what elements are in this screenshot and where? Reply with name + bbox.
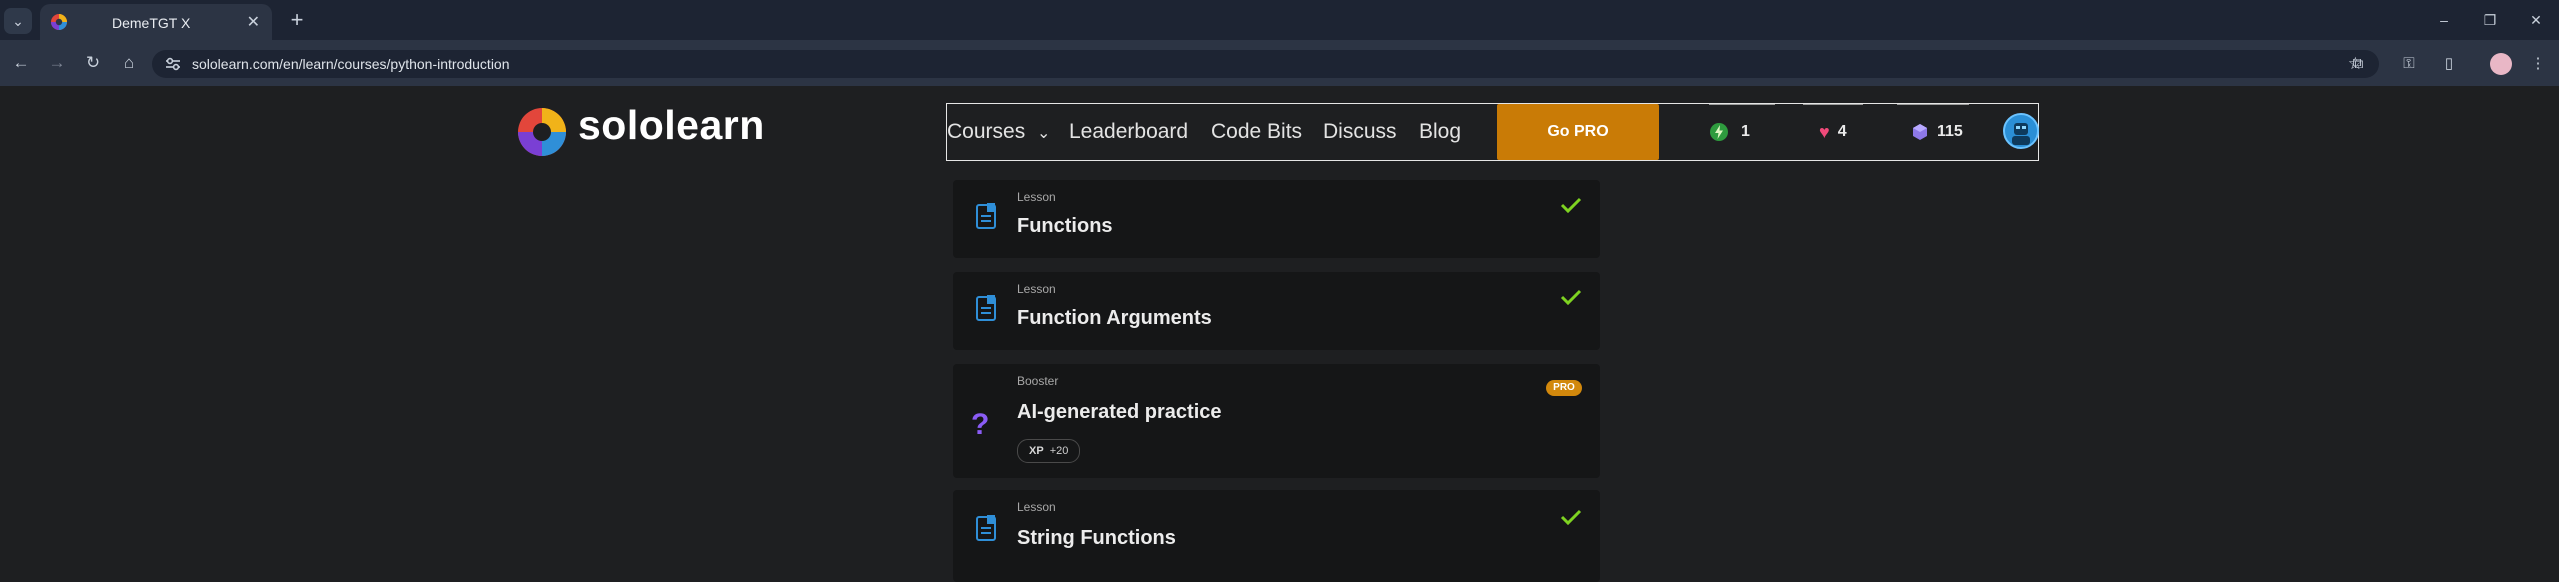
chevron-down-icon: ⌄ — [1037, 125, 1051, 142]
heart-icon: ♥ — [1819, 121, 1830, 142]
browser-tab-active[interactable]: DemeTGT X ✕ — [40, 4, 272, 40]
extensions-icon[interactable]: ⧉ — [2345, 52, 2371, 76]
nav-courses[interactable]: Courses ⌄ — [947, 104, 1050, 162]
lesson-card-string-functions[interactable]: Lesson String Functions — [953, 490, 1600, 582]
avatar-robot-icon — [2012, 123, 2030, 145]
gem-icon — [1913, 124, 1927, 140]
reading-list-icon[interactable]: ▯ — [2436, 52, 2462, 76]
pro-badge: PRO — [1546, 380, 1582, 396]
lesson-kind: Lesson — [1017, 500, 1056, 514]
lesson-document-icon — [976, 515, 996, 541]
url-text: sololearn.com/en/learn/courses/python-in… — [192, 56, 510, 72]
lesson-kind: Lesson — [1017, 190, 1056, 204]
tab-title: DemeTGT X — [112, 15, 191, 31]
lesson-kind: Lesson — [1017, 282, 1056, 296]
forward-arrow-icon[interactable]: → — [42, 48, 72, 78]
home-icon[interactable]: ⌂ — [114, 48, 144, 78]
hearts-count: 4 — [1837, 123, 1847, 140]
lesson-title: Functions — [1017, 215, 1113, 237]
nav-leaderboard[interactable]: Leaderboard — [1069, 104, 1188, 160]
streak-counter[interactable]: 1 — [1709, 104, 1775, 160]
lesson-title: Function Arguments — [1017, 307, 1212, 329]
gems-indicator-line — [1897, 104, 1969, 105]
gems-count: 115 — [1937, 123, 1963, 140]
window-restore-button[interactable]: ❐ — [2468, 0, 2512, 40]
gems-counter[interactable]: 115 — [1897, 104, 1969, 160]
sololearn-logo-icon[interactable] — [516, 106, 568, 158]
tab-search-button[interactable]: ⌄ — [4, 8, 32, 34]
browser-tab-bar: ⌄ DemeTGT X ✕ + – ❐ ✕ — [0, 0, 2559, 40]
booster-question-icon: ? — [971, 408, 990, 441]
completed-check-icon — [1560, 197, 1582, 214]
lesson-document-icon — [976, 295, 996, 321]
site-settings-icon — [166, 57, 180, 71]
lesson-title: String Functions — [1017, 527, 1176, 549]
booster-title: AI-generated practice — [1017, 401, 1222, 423]
nav-blog[interactable]: Blog — [1419, 104, 1461, 160]
window-close-button[interactable]: ✕ — [2514, 0, 2558, 40]
booster-card-ai-practice[interactable]: ? Booster AI-generated practice PRO XP +2… — [953, 364, 1600, 478]
back-arrow-icon[interactable]: ← — [6, 48, 36, 78]
booster-kind: Booster — [1017, 374, 1059, 388]
lesson-document-icon — [976, 203, 996, 229]
profile-avatar-icon[interactable] — [2490, 53, 2512, 75]
nav-courses-label: Courses — [947, 120, 1026, 143]
lesson-card-function-arguments[interactable]: Lesson Function Arguments — [953, 272, 1600, 350]
sololearn-favicon-icon — [51, 14, 67, 30]
window-minimize-button[interactable]: – — [2422, 0, 2466, 40]
xp-reward-pill: XP +20 — [1017, 439, 1081, 463]
main-navigation: Courses ⌄ Leaderboard Code Bits Discuss … — [946, 103, 2039, 161]
address-bar[interactable]: sololearn.com/en/learn/courses/python-in… — [152, 50, 2379, 78]
xp-value: +20 — [1049, 445, 1069, 457]
tab-close-icon[interactable]: ✕ — [247, 4, 260, 42]
streak-indicator-line — [1709, 104, 1775, 105]
streak-count: 1 — [1741, 123, 1750, 140]
completed-check-icon — [1560, 509, 1582, 526]
nav-code-bits[interactable]: Code Bits — [1211, 104, 1302, 160]
brand-wordmark[interactable]: sololearn — [578, 102, 765, 149]
page-content: sololearn Courses ⌄ Leaderboard Code Bit… — [0, 86, 2559, 582]
password-key-icon[interactable]: ⚿ — [2396, 52, 2422, 76]
go-pro-button[interactable]: Go PRO — [1497, 104, 1659, 160]
completed-check-icon — [1560, 289, 1582, 306]
site-header: sololearn Courses ⌄ Leaderboard Code Bit… — [0, 86, 2559, 178]
lightning-streak-icon — [1710, 123, 1728, 141]
new-tab-button[interactable]: + — [284, 8, 310, 34]
user-avatar[interactable] — [2003, 113, 2039, 149]
chevron-down-icon: ⌄ — [12, 12, 24, 29]
hearts-indicator-line — [1803, 104, 1863, 105]
browser-menu-icon[interactable]: ⋮ — [2525, 52, 2551, 76]
nav-discuss[interactable]: Discuss — [1323, 104, 1397, 160]
reload-icon[interactable]: ↻ — [78, 48, 108, 78]
hearts-counter[interactable]: ♥ 4 — [1803, 104, 1863, 160]
lesson-card-functions[interactable]: Lesson Functions — [953, 180, 1600, 258]
xp-label: XP — [1029, 445, 1044, 457]
